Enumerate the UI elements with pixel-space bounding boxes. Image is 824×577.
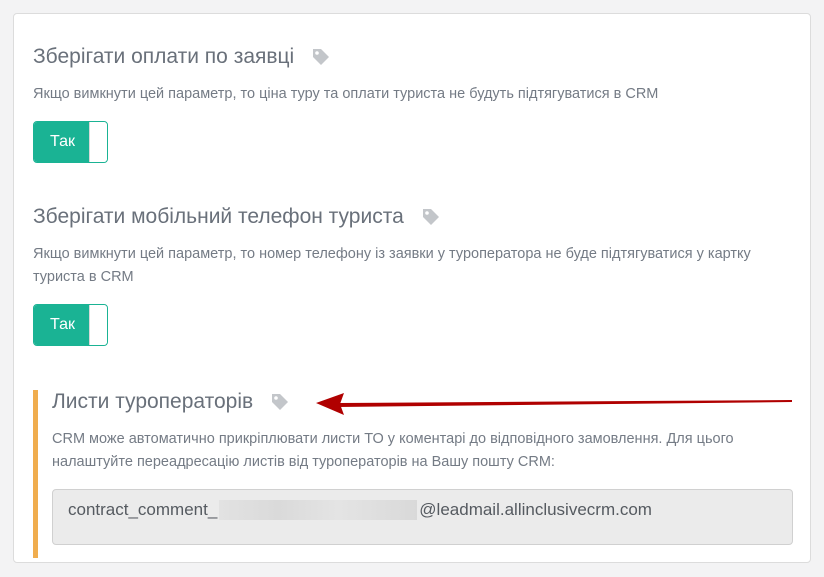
toggle-knob[interactable] [89,122,107,162]
arrow-icon [316,393,792,415]
setting-save-mobile-phone: Зберігати мобільний телефон туриста Якщо… [33,202,790,289]
toggle-on-label: Так [34,305,91,345]
tag-icon[interactable] [311,47,331,67]
highlight-bar [33,390,38,558]
email-suffix: @leadmail.allinclusivecrm.com [419,500,652,519]
email-address-field[interactable]: contract_comment_ @leadmail.allinclusive… [52,489,793,545]
save-payments-toggle[interactable]: Так [33,121,108,163]
tag-icon[interactable] [421,207,441,227]
toggle-knob[interactable] [89,305,107,345]
setting-title: Листи туроператорів [52,390,254,413]
email-prefix: contract_comment_ [68,500,218,519]
redacted-token [219,500,418,520]
setting-description: Якщо вимкнути цей параметр, то номер тел… [33,246,751,285]
tag-icon[interactable] [270,392,290,412]
setting-description: Якщо вимкнути цей параметр, то ціна туру… [33,86,659,102]
setting-save-payments: Зберігати оплати по заявці Якщо вимкнути… [33,42,790,106]
settings-panel: Зберігати оплати по заявці Якщо вимкнути… [13,13,811,563]
setting-description: CRM може автоматично прикріплювати листи… [52,431,734,470]
save-mobile-phone-toggle[interactable]: Так [33,304,108,346]
setting-title: Зберігати оплати по заявці [33,45,295,68]
toggle-on-label: Так [34,122,91,162]
setting-title: Зберігати мобільний телефон туриста [33,205,404,228]
